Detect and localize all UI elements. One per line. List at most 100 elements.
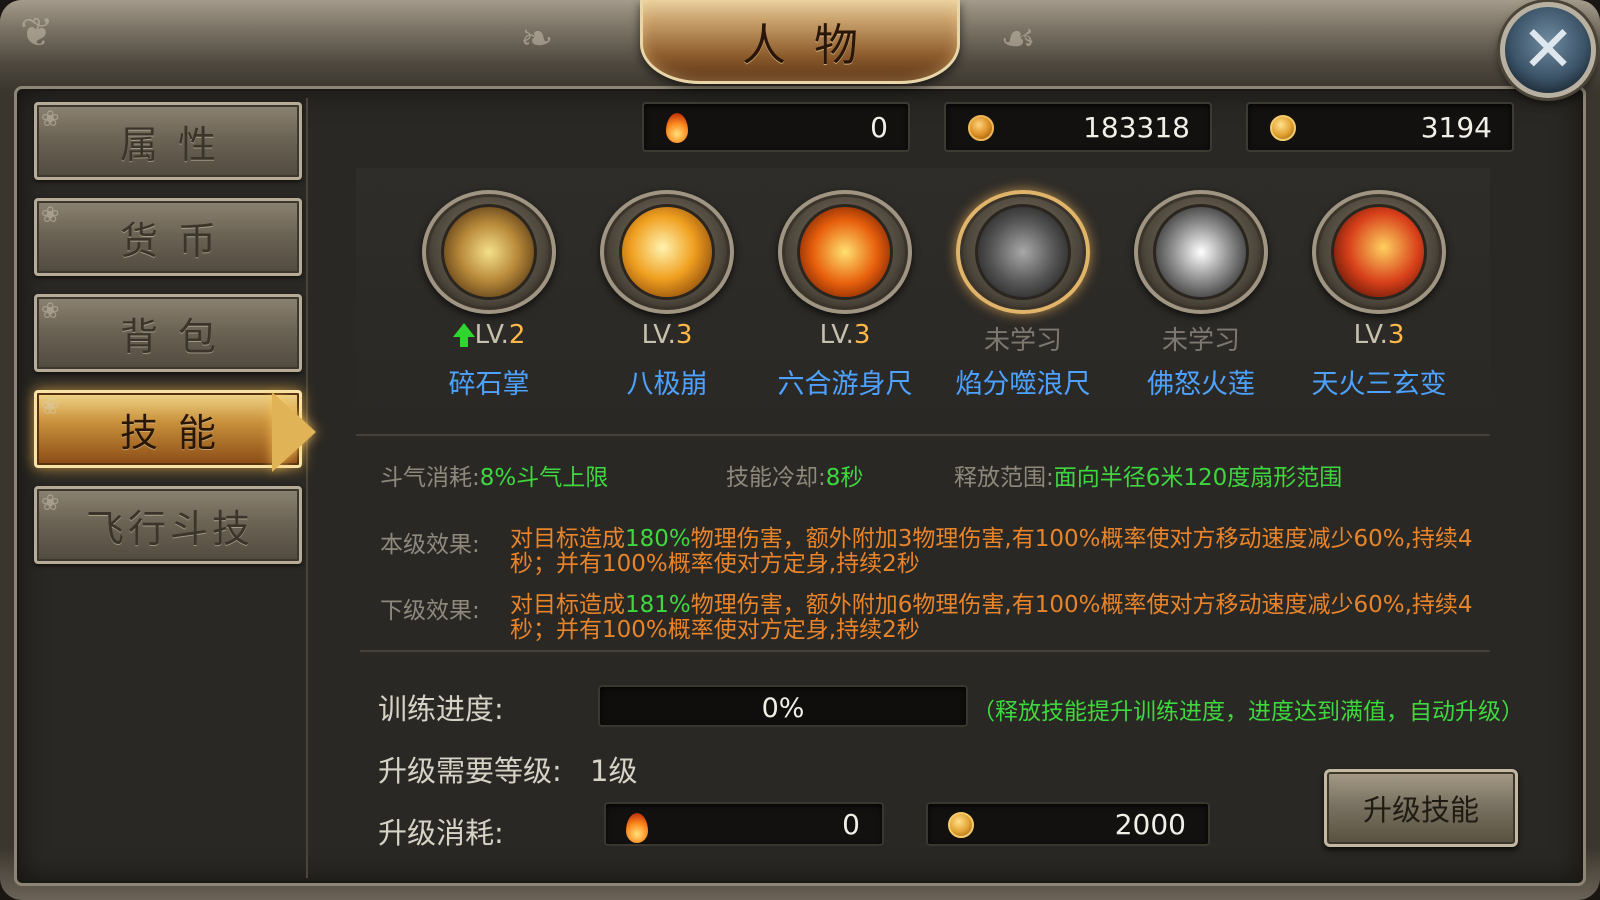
currency-box-bound-gold: 183318	[944, 102, 1212, 152]
skill-frame	[600, 190, 734, 314]
skill-frame	[778, 190, 912, 314]
sidebar-item-label: 技能	[119, 410, 236, 455]
sidebar-item-label: 属性	[119, 122, 236, 167]
sidebar-item-attributes[interactable]: ❀ 属性	[34, 102, 302, 180]
skill-slot-fonuhuolian[interactable]: 未学习 佛怒火莲	[1126, 190, 1276, 401]
swirl-icon: ❀	[41, 203, 60, 228]
ornament-icon: ☙	[1000, 16, 1036, 62]
skill-name: 天火三玄变	[1311, 369, 1447, 400]
info-value: 8秒	[825, 465, 864, 491]
skill-slot-bajibeng[interactable]: LV.3 八极崩	[592, 190, 742, 401]
next-effect-text: 对目标造成181%物理伤害，额外附加6物理伤害,有100%概率使对方移动速度减少…	[510, 593, 1500, 643]
divider	[360, 650, 1490, 652]
sidebar: ❀ 属性 ❀ 货币 ❀ 背包 ❀ 技能 ❀ 飞行斗技	[26, 98, 308, 878]
gold-coin-icon	[1270, 115, 1296, 141]
level-number: 2	[508, 320, 526, 350]
current-effect-text: 对目标造成180%物理伤害，额外附加3物理伤害,有100%概率使对方移动速度减少…	[510, 527, 1500, 577]
level-number: 3	[1387, 320, 1405, 350]
close-icon: ✕	[1521, 13, 1575, 87]
upgrade-skill-button[interactable]: 升级技能	[1324, 769, 1518, 847]
skill-cost-info: 斗气消耗:8%斗气上限	[380, 458, 608, 492]
info-label: 释放范围:	[954, 465, 1054, 491]
swirl-icon: ❀	[41, 107, 60, 132]
sidebar-item-label: 背包	[119, 314, 236, 359]
level-number: 3	[675, 320, 693, 350]
required-level-label: 升级需要等级:	[378, 754, 562, 788]
effect-percent: 180%	[625, 526, 691, 552]
locked-slash-skill-icon	[975, 204, 1071, 300]
skill-name: 焰分噬浪尺	[955, 369, 1091, 400]
level-prefix: LV.	[641, 320, 676, 350]
sidebar-item-backpack[interactable]: ❀ 背包	[34, 294, 302, 372]
skill-name: 六合游身尺	[777, 369, 913, 400]
fire-vortex-skill-icon	[797, 204, 893, 300]
sidebar-item-label: 飞行斗技	[85, 506, 254, 551]
training-hint: （释放技能提升训练进度，进度达到满值，自动升级）	[972, 699, 1524, 725]
lotus-skill-icon	[1153, 204, 1249, 300]
sidebar-item-currency[interactable]: ❀ 货币	[34, 198, 302, 276]
training-progress-text: 0%	[761, 693, 805, 724]
required-level-value: 1级	[590, 754, 638, 788]
palm-skill-icon	[441, 204, 537, 300]
level-prefix: LV.	[819, 320, 854, 350]
skill-level: 未学习	[983, 326, 1062, 356]
training-progress-bar: 0%	[598, 685, 968, 727]
close-button[interactable]: ✕	[1500, 2, 1596, 98]
skill-level: LV.2	[414, 320, 564, 354]
sidebar-item-flight-skills[interactable]: ❀ 飞行斗技	[34, 486, 302, 564]
fire-transform-skill-icon	[1331, 204, 1427, 300]
skill-cooldown-info: 技能冷却:8秒	[726, 458, 863, 492]
skill-name: 碎石掌	[448, 369, 530, 400]
training-progress-label: 训练进度:	[378, 692, 504, 726]
next-effect-label: 下级效果:	[380, 598, 480, 624]
title-plate: 人物	[640, 0, 960, 84]
currency-value: 0	[870, 110, 888, 144]
level-number: 3	[853, 320, 871, 350]
level-prefix: LV.	[474, 320, 509, 350]
info-value: 面向半径6米120度扇形范围	[1053, 465, 1343, 491]
skill-range-info: 释放范围:面向半径6米120度扇形范围	[954, 458, 1342, 492]
skill-name: 八极崩	[626, 369, 708, 400]
lock-coin-icon	[968, 115, 994, 141]
cost-value: 0	[842, 807, 860, 841]
skill-slot-yanfenshilangchi[interactable]: 未学习 焰分噬浪尺	[948, 190, 1098, 401]
currency-value: 3194	[1420, 110, 1492, 144]
swirl-icon: ❀	[41, 299, 60, 324]
effect-percent: 181%	[625, 592, 691, 618]
gold-coin-icon	[948, 812, 974, 838]
ornament-icon: ❦	[20, 10, 54, 56]
ornament-icon: ❧	[520, 16, 554, 62]
skill-level: LV.3	[1304, 320, 1454, 354]
effect-text-part: 对目标造成	[510, 592, 625, 618]
skill-frame	[422, 190, 556, 314]
skill-frame	[956, 190, 1090, 314]
swirl-icon: ❀	[41, 395, 60, 420]
upgrade-cost-label: 升级消耗:	[378, 816, 504, 850]
currency-value: 183318	[1083, 110, 1190, 144]
skill-list: LV.2 碎石掌 LV.3 八极崩 LV.3 六合游身尺 未学习 焰分噬浪尺 未…	[356, 168, 1490, 436]
flame-icon	[666, 113, 688, 143]
cost-value: 2000	[1114, 807, 1186, 841]
swirl-icon: ❀	[41, 491, 60, 516]
skill-frame	[1312, 190, 1446, 314]
info-value: 8%斗气上限	[479, 465, 609, 491]
fist-skill-icon	[619, 204, 715, 300]
info-label: 斗气消耗:	[380, 465, 480, 491]
skill-slot-tianhuosanxuanbian[interactable]: LV.3 天火三玄变	[1304, 190, 1454, 401]
upgrade-cost-gold: 2000	[926, 802, 1210, 846]
info-label: 技能冷却:	[726, 465, 826, 491]
active-tab-arrow-icon	[272, 392, 316, 472]
sidebar-item-label: 货币	[119, 218, 236, 263]
skill-level: 未学习	[1161, 326, 1240, 356]
current-effect-label: 本级效果:	[380, 532, 480, 558]
window-title: 人物	[742, 19, 886, 71]
currency-box-flame: 0	[642, 102, 910, 152]
sidebar-item-skills[interactable]: ❀ 技能	[34, 390, 302, 468]
skill-level: LV.3	[770, 320, 920, 354]
upgrade-cost-flame: 0	[604, 802, 884, 846]
upgrade-arrow-icon	[452, 322, 475, 337]
skill-slot-liuheyoushenchi[interactable]: LV.3 六合游身尺	[770, 190, 920, 401]
skill-slot-suishizhang[interactable]: LV.2 碎石掌	[414, 190, 564, 401]
skill-name: 佛怒火莲	[1147, 369, 1255, 400]
upgrade-arrow-stem	[459, 337, 468, 347]
